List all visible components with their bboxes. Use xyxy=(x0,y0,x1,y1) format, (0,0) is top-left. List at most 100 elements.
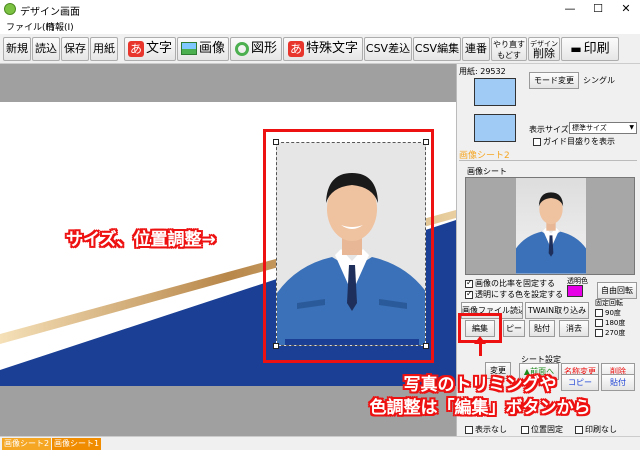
rotate-180-option[interactable]: 180度 xyxy=(595,318,625,328)
rotate-90-box[interactable] xyxy=(595,309,603,317)
transparent-color-checkbox[interactable]: 透明にする色を設定する xyxy=(465,289,563,300)
image-button-label: 画像 xyxy=(198,41,225,56)
fix-position-label: 位置固定 xyxy=(531,425,563,434)
tab-image-sheet-2[interactable]: 画像シート2 xyxy=(2,438,52,450)
delete-label: 削除 xyxy=(533,47,555,60)
fix-ratio-label: 画像の比率を固定する xyxy=(475,279,555,288)
rotate-270-option[interactable]: 270度 xyxy=(595,328,625,338)
copy-button[interactable]: ピー xyxy=(503,320,525,337)
special-text-button[interactable]: あ特殊文字 xyxy=(283,37,363,61)
guide-checkbox[interactable]: ガイド目盛りを表示 xyxy=(533,136,615,147)
resize-callout: サイズ、位置調整→ xyxy=(66,230,216,250)
display-size-select[interactable]: 標準サイズ ▼ xyxy=(569,122,637,134)
shape-button[interactable]: 図形 xyxy=(230,37,282,61)
text-button-label: 文字 xyxy=(146,41,173,56)
edit-callout-line2: 色調整は「編集」ボタンから xyxy=(369,398,591,418)
fix-ratio-checkbox[interactable]: 画像の比率を固定する xyxy=(465,278,555,289)
mode-change-button[interactable]: モード変更 xyxy=(529,72,579,89)
portrait-image xyxy=(277,143,425,345)
paper-code-label: 用紙: 29532 xyxy=(459,67,506,76)
title-bar: デザイン画面 — ☐ ✕ xyxy=(0,0,640,18)
portrait-photo[interactable] xyxy=(276,142,426,346)
image-sheet-preview xyxy=(465,177,635,275)
load-button[interactable]: 読込 xyxy=(32,37,60,61)
erase-button[interactable]: 消去 xyxy=(559,320,589,337)
no-print-checkbox-box[interactable] xyxy=(575,425,583,434)
print-button[interactable]: ▬ 印刷 xyxy=(561,37,619,61)
fix-ratio-checkbox-box[interactable] xyxy=(465,278,473,288)
special-text-icon: あ xyxy=(287,40,304,57)
edit-callout: 写真のトリミングや 色調整は「編集」ボタンから xyxy=(330,374,630,420)
minimize-button[interactable]: — xyxy=(556,0,584,18)
serial-number-button[interactable]: 連番 xyxy=(462,37,490,61)
fix-position-checkbox-box[interactable] xyxy=(521,425,529,434)
back-preview-swatch[interactable] xyxy=(474,114,516,142)
window-title: デザイン画面 xyxy=(20,7,80,18)
guide-label: ガイド目盛りを表示 xyxy=(543,137,615,146)
printer-icon: ▬ xyxy=(570,42,582,56)
image-sheet-group-label: 画像シート xyxy=(467,167,507,176)
fixed-rotate-label: 固定回転 xyxy=(595,299,623,307)
redo-label: やり直す xyxy=(493,40,525,49)
paste-button[interactable]: 貼付 xyxy=(529,320,555,337)
no-print-label: 印刷なし xyxy=(585,425,617,434)
no-print-checkbox[interactable]: 印刷なし xyxy=(575,424,617,435)
paper-button[interactable]: 用紙 xyxy=(90,37,118,61)
rotate-270-label: 270度 xyxy=(605,329,626,337)
text-button[interactable]: あ文字 xyxy=(124,37,176,61)
rotate-180-box[interactable] xyxy=(595,319,603,327)
resize-handle-top-left[interactable] xyxy=(273,139,279,145)
preview-photo xyxy=(516,178,586,274)
guide-checkbox-box[interactable] xyxy=(533,137,541,146)
app-icon xyxy=(4,3,16,15)
undo-label: もどす xyxy=(497,51,521,60)
resize-handle-bottom-left[interactable] xyxy=(273,343,279,349)
transparent-color-swatch[interactable] xyxy=(567,285,583,297)
shape-button-label: 図形 xyxy=(250,41,277,56)
print-label: 印刷 xyxy=(583,41,610,57)
rotate-90-option[interactable]: 90度 xyxy=(595,308,621,318)
new-button[interactable]: 新規 xyxy=(3,37,31,61)
front-preview-swatch[interactable] xyxy=(474,78,516,106)
maximize-button[interactable]: ☐ xyxy=(584,0,612,18)
resize-handle-bottom-right[interactable] xyxy=(423,343,429,349)
shape-icon xyxy=(234,41,249,56)
delete-design-button[interactable]: デザイン 削除 xyxy=(528,37,560,61)
free-rotate-button[interactable]: 自由回転 xyxy=(597,282,637,299)
text-icon: あ xyxy=(127,40,144,57)
hide-checkbox[interactable]: 表示なし xyxy=(465,424,507,435)
arrow-up-icon xyxy=(479,342,482,356)
hide-label: 表示なし xyxy=(475,425,507,434)
image-icon xyxy=(180,42,197,55)
arrow-head-icon xyxy=(474,336,486,344)
hide-checkbox-box[interactable] xyxy=(465,425,473,434)
divider xyxy=(459,160,637,161)
redo-undo-button[interactable]: やり直す もどす xyxy=(491,37,527,61)
display-size-label: 表示サイズ xyxy=(529,125,569,134)
preview-portrait-image xyxy=(516,192,586,274)
sheet-tab-bar: 画像シート2 画像シート1 xyxy=(0,436,640,450)
rotate-270-box[interactable] xyxy=(595,329,603,337)
menu-bar: ファイル(F) 情報(I) xyxy=(0,18,640,34)
close-button[interactable]: ✕ xyxy=(612,0,640,18)
special-text-label: 特殊文字 xyxy=(306,41,359,56)
menu-info[interactable]: 情報(I) xyxy=(46,20,74,33)
rotate-180-label: 180度 xyxy=(605,319,626,327)
resize-handle-top-right[interactable] xyxy=(423,139,429,145)
csv-insert-button[interactable]: CSV差込 xyxy=(364,37,412,61)
tab-image-sheet-1[interactable]: 画像シート1 xyxy=(52,438,102,450)
twain-button[interactable]: TWAIN取り込み xyxy=(525,302,589,319)
edit-callout-line1: 写真のトリミングや xyxy=(403,375,557,395)
mode-value: シングル xyxy=(583,76,615,85)
display-size-value: 標準サイズ xyxy=(572,124,607,132)
save-button[interactable]: 保存 xyxy=(61,37,89,61)
toolbar: 新規 読込 保存 用紙 あ文字 画像 図形 あ特殊文字 CSV差込 CSV編集 … xyxy=(0,34,640,64)
edit-button[interactable]: 編集 xyxy=(465,320,495,337)
csv-edit-button[interactable]: CSV編集 xyxy=(413,37,461,61)
transparent-color-checkbox-box[interactable] xyxy=(465,289,473,299)
image-button[interactable]: 画像 xyxy=(177,37,229,61)
fix-position-checkbox[interactable]: 位置固定 xyxy=(521,424,563,435)
rotate-90-label: 90度 xyxy=(605,309,621,317)
chevron-down-icon: ▼ xyxy=(629,124,634,131)
transparent-color-set-label: 透明にする色を設定する xyxy=(475,290,564,299)
